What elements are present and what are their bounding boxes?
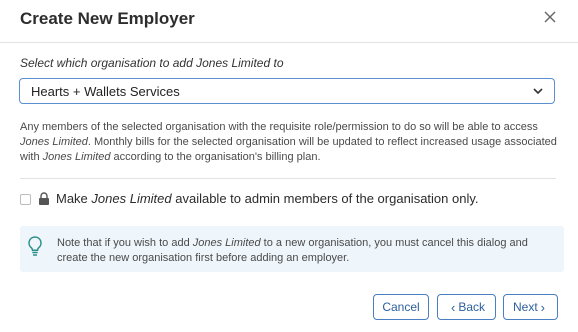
- lock-icon: [39, 192, 49, 205]
- info-note-text: Note that if you wish to add Jones Limit…: [57, 236, 557, 266]
- back-button-label: Back: [458, 300, 486, 314]
- close-icon[interactable]: [540, 7, 560, 27]
- header-divider: [0, 42, 578, 43]
- organisation-select-label: Select which organisation to add Jones L…: [20, 56, 284, 70]
- section-divider: [20, 178, 556, 179]
- info-note: Note that if you wish to add Jones Limit…: [20, 226, 564, 272]
- dialog-title: Create New Employer: [20, 9, 195, 28]
- chevron-down-icon: [533, 88, 543, 95]
- chevron-left-icon: ‹: [450, 299, 456, 315]
- description-employer-name: Jones Limited: [42, 151, 111, 163]
- organisation-description: Any members of the selected organisation…: [20, 120, 560, 165]
- dialog-header: Create New Employer: [0, 0, 578, 40]
- admin-only-text: Make: [56, 191, 92, 206]
- organisation-select-value: Hearts + Wallets Services: [31, 84, 180, 99]
- note-text: Note that if you wish to add: [57, 237, 193, 249]
- cancel-button[interactable]: Cancel: [373, 294, 429, 320]
- next-button-label: Next: [512, 300, 538, 314]
- description-text: according to the organisation's billing …: [110, 151, 321, 163]
- admin-only-label[interactable]: Make Jones Limited available to admin me…: [56, 191, 479, 206]
- admin-only-employer-name: Jones Limited: [91, 191, 172, 206]
- next-button[interactable]: Next ›: [503, 294, 558, 320]
- admin-only-checkbox[interactable]: [20, 194, 31, 205]
- lightbulb-icon: [28, 236, 42, 256]
- organisation-select[interactable]: Hearts + Wallets Services: [19, 78, 555, 104]
- note-employer-name: Jones Limited: [192, 237, 261, 249]
- back-button[interactable]: ‹ Back: [437, 294, 496, 320]
- cancel-button-label: Cancel: [382, 300, 420, 314]
- admin-only-text: available to admin members of the organi…: [171, 191, 479, 206]
- chevron-right-icon: ›: [540, 299, 546, 315]
- description-text: Any members of the selected organisation…: [20, 121, 538, 133]
- description-employer-name: Jones Limited: [20, 136, 88, 148]
